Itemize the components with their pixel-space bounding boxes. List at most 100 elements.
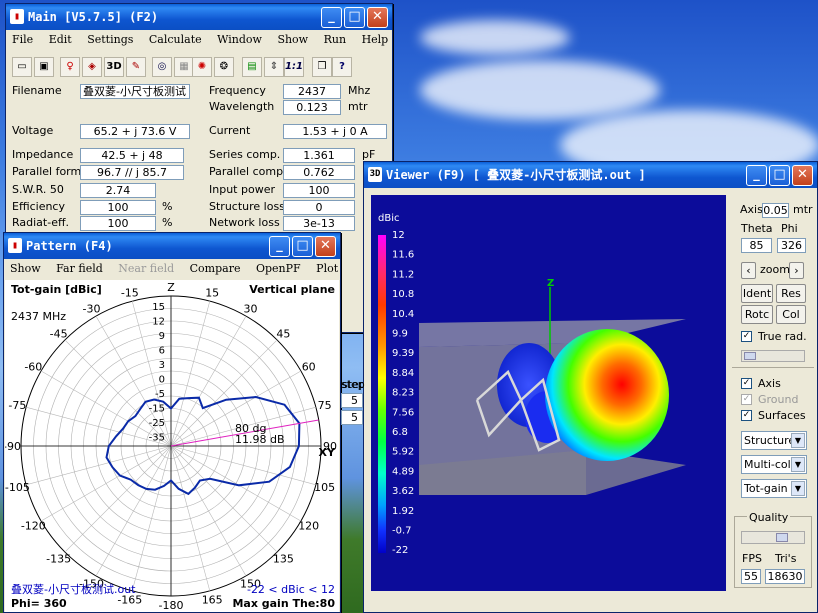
close-button[interactable]: ✕ [792,165,813,186]
edit-icon[interactable]: ✎ [126,57,146,77]
grid-icon[interactable]: ▦ [174,57,194,77]
calc-icon[interactable]: ▤ [242,57,262,77]
menu-settings[interactable]: Settings [87,33,133,46]
polar-angle-label: 165 [202,594,223,607]
impedance-label: Impedance [12,148,74,161]
color-mode-dropdown-value: Multi-colo [744,458,798,471]
close-button[interactable]: ✕ [367,7,388,28]
axis-checkbox[interactable]: ✓ [741,378,752,389]
app-icon: 3D [368,167,382,182]
parallel-form-field: 96.7 // j 85.7 [80,165,184,180]
pattern-titlebar[interactable]: ▮ Pattern (F4) _ □ ✕ [4,233,340,259]
rotc-button[interactable]: Rotc [741,305,773,324]
scale-tick-label: 10.4 [392,309,414,320]
close-button[interactable]: ✕ [315,236,336,257]
swr-label: S.W.R. 50 [12,183,64,196]
filename-field[interactable]: 叠双菱-小尺寸板测试 [80,84,190,99]
spin-icon[interactable]: ❂ [214,57,234,77]
pattern-title: Pattern (F4) [26,239,113,253]
slider-thumb[interactable] [776,533,788,542]
menu-run[interactable]: Run [324,33,346,46]
menu-show[interactable]: Show [277,33,308,46]
polar-angle-label: 60 [302,361,316,374]
polar-ring-label: -15 [149,404,165,415]
scale-tick-label: 11.6 [392,250,414,261]
zoom-out-button[interactable]: ‹ [741,262,756,279]
book-icon[interactable]: ❒ [312,57,332,77]
chevron-down-icon: ▼ [791,457,805,472]
input-power-field[interactable]: 100 [283,183,355,198]
pattern-window: ▮ Pattern (F4) _ □ ✕ Show Far field Near… [3,232,341,613]
save-icon[interactable]: ▣ [34,57,54,77]
step-label: step [341,378,365,391]
menu-far-field[interactable]: Far field [56,262,103,275]
help-icon[interactable]: ? [332,57,352,77]
phi-field[interactable]: 326 [777,238,806,253]
maximize-button[interactable]: □ [344,7,365,28]
slider-thumb[interactable] [744,352,756,360]
menu-show[interactable]: Show [10,262,41,275]
3d-view-button[interactable]: 3D [104,57,124,77]
menu-compare[interactable]: Compare [190,262,241,275]
scale-tick-label: 1.92 [392,506,414,517]
true-rad-slider[interactable] [741,350,805,362]
gain-type-dropdown[interactable]: Tot-gain ▼ [741,479,807,498]
open-icon[interactable]: ▭ [12,57,32,77]
plane-label: Vertical plane [249,283,335,296]
slider-icon[interactable]: ⇕ [264,57,284,77]
voltage-field: 65.2 + j 73.6 V [80,124,190,139]
surfaces-checkbox[interactable]: ✓ [741,410,752,421]
color-mode-dropdown[interactable]: Multi-colo ▼ [741,455,807,474]
step-field-2[interactable]: 5 [341,410,363,425]
structure-dropdown[interactable]: Structure ▼ [741,431,807,450]
ident-button[interactable]: Ident [741,284,773,303]
menu-openpf[interactable]: OpenPF [256,262,301,275]
quality-slider[interactable] [741,531,805,544]
menu-calculate[interactable]: Calculate [149,33,202,46]
polar-ring-label: 6 [159,346,165,357]
frequency-field[interactable]: 2437 [283,84,341,99]
main-titlebar[interactable]: ▮ Main [V5.7.5] (F2) _ □ ✕ [6,4,392,30]
maximize-button[interactable]: □ [769,165,790,186]
ground-checkbox: ✓ [741,394,752,405]
minimize-button[interactable]: _ [746,165,767,186]
zoom-label: zoom [760,263,790,276]
viewer-titlebar[interactable]: 3D Viewer (F9) [ 叠双菱-小尺寸板测试.out ] _ □ ✕ [364,162,817,188]
file-label: 叠双菱-小尺寸板测试.out [11,582,136,596]
res-button[interactable]: Res [776,284,806,303]
true-rad-checkbox[interactable]: ✓ [741,331,752,342]
menu-edit[interactable]: Edit [49,33,72,46]
scale-tick-label: 8.84 [392,368,414,379]
menu-plot[interactable]: Plot [316,262,338,275]
chevron-down-icon: ▼ [791,481,805,496]
polar-angle-label: -75 [8,399,26,412]
gain-type-dropdown-value: Tot-gain [744,482,788,495]
step-field-1[interactable]: 5 [341,393,363,408]
menu-window[interactable]: Window [217,33,262,46]
menu-file[interactable]: File [12,33,33,46]
polar-angle-label: -180 [159,599,184,612]
tris-label: Tri's [775,552,797,565]
axis-size-field[interactable]: 0.05 [762,203,789,218]
cube-icon[interactable]: ◈ [82,57,102,77]
minimize-button[interactable]: _ [269,236,290,257]
fps-label: FPS [742,552,762,565]
menu-help[interactable]: Help [362,33,389,46]
3d-view-canvas[interactable]: dBic 12 11.6 11.2 10.8 10.4 9.9 9.39 8.84 8.23 7.5… [371,195,726,591]
maximize-button[interactable]: □ [292,236,313,257]
axis-checkbox-label: Axis [758,377,781,390]
antenna-icon[interactable]: ♀ [60,57,80,77]
zoom-in-button[interactable]: › [789,262,804,279]
cloud [420,60,660,120]
theta-field[interactable]: 85 [741,238,772,253]
app-icon: ▮ [8,238,22,253]
minimize-button[interactable]: _ [321,7,342,28]
ratio-button[interactable]: 1:1 [284,57,304,77]
radiat-eff-field: 100 [80,216,156,231]
phi-label: Phi [781,222,798,235]
parallel-form-label: Parallel form [12,165,82,178]
target-icon[interactable]: ◎ [152,57,172,77]
col-button[interactable]: Col [776,305,806,324]
structure-dropdown-value: Structure [744,434,796,447]
pattern-icon[interactable]: ✺ [192,57,212,77]
